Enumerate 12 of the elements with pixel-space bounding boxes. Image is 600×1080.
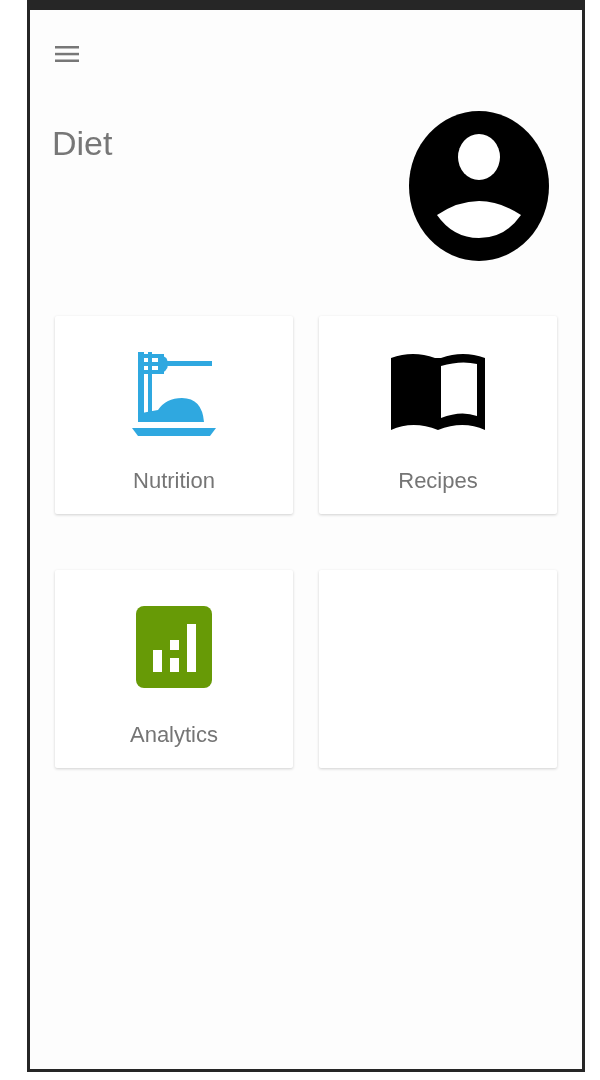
card-label: Analytics — [129, 722, 218, 748]
menu-icon[interactable] — [55, 45, 79, 63]
card-label: Nutrition — [133, 468, 215, 494]
menu-card[interactable]: Recipes — [319, 316, 557, 514]
noodle-bowl-icon — [132, 352, 216, 438]
bar-chart-icon — [136, 606, 212, 688]
menu-card[interactable]: Analytics — [55, 570, 293, 768]
card-label: Recipes — [398, 468, 478, 494]
menu-card[interactable]: Nutrition — [55, 316, 293, 514]
book-icon — [391, 352, 485, 430]
page-title: Diet — [52, 126, 113, 162]
avatar-icon[interactable] — [409, 111, 549, 261]
